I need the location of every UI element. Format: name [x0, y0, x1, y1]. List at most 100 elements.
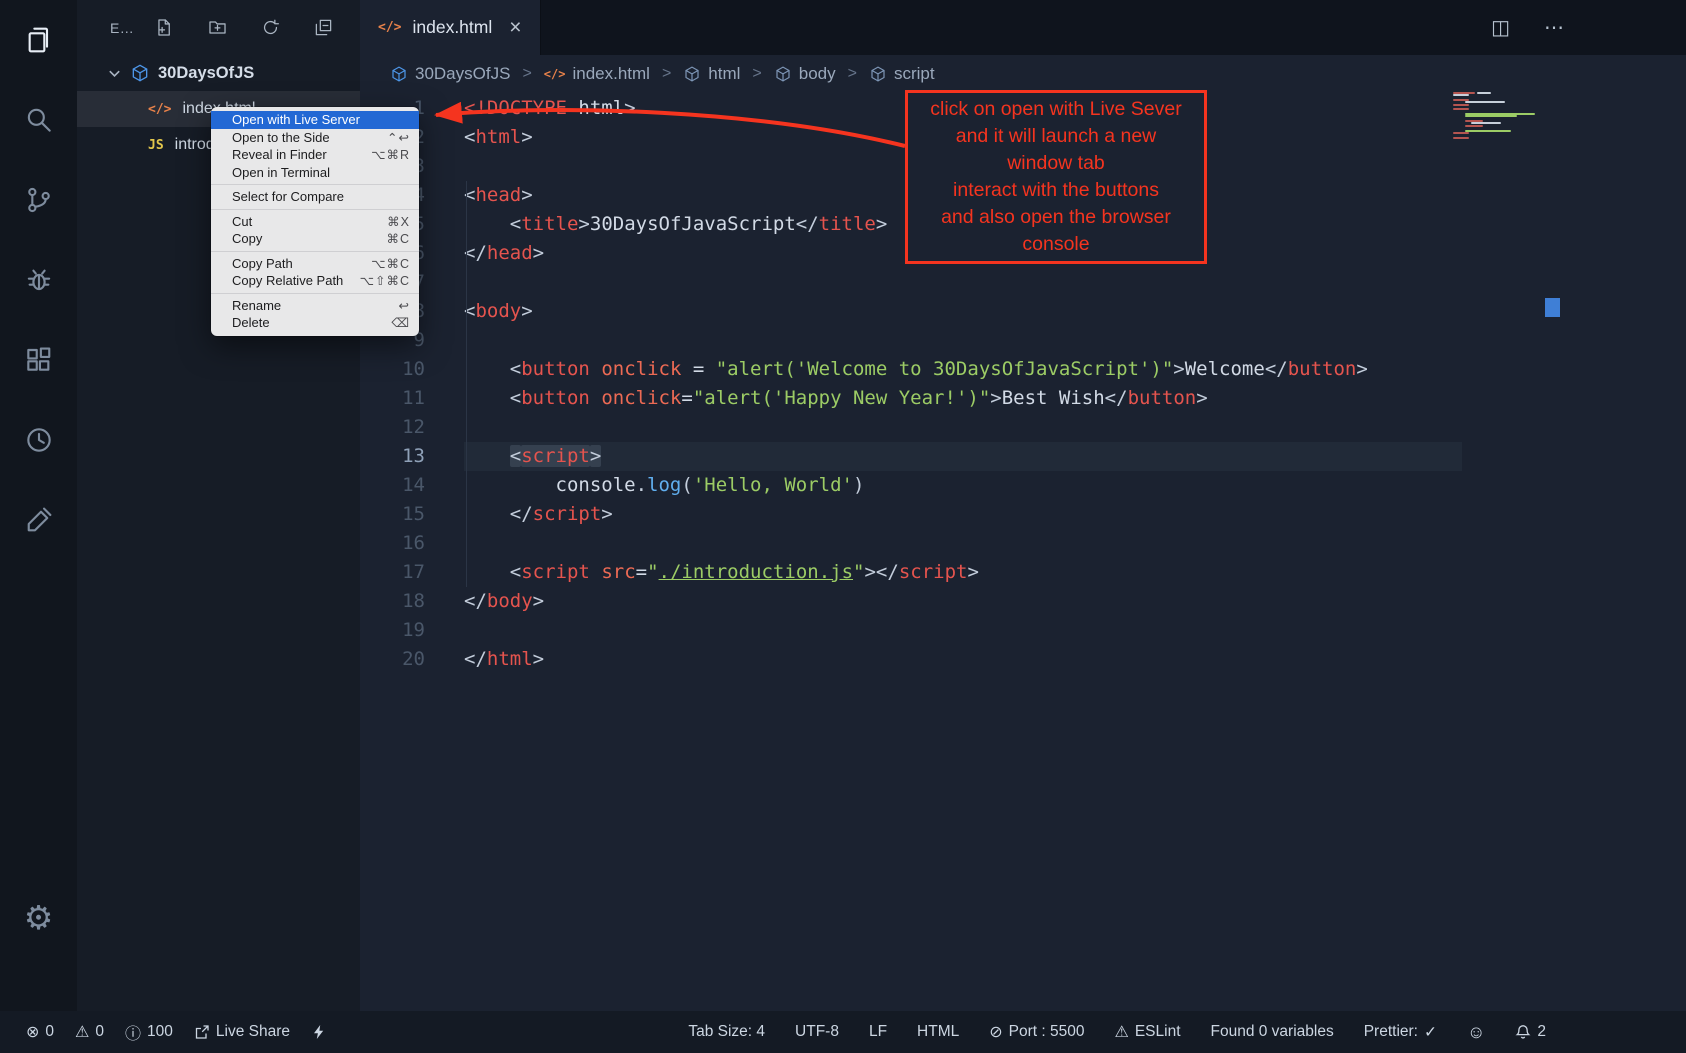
breadcrumb-item-script[interactable]: script [869, 64, 935, 84]
breadcrumb-label: index.html [572, 64, 649, 84]
extensions-icon[interactable] [17, 338, 61, 382]
more-actions-icon[interactable]: ⋯ [1544, 15, 1564, 40]
menu-item-rename[interactable]: Rename↩ [211, 297, 419, 315]
file-type-icon: JS [148, 138, 164, 153]
menu-item-label: Copy [232, 231, 262, 246]
status-item-2[interactable]: 2 [1515, 1023, 1546, 1041]
status-item-smiley-icon[interactable]: ☺ [1467, 1022, 1485, 1043]
menu-item-select-for-compare[interactable]: Select for Compare [211, 188, 419, 206]
debug-icon[interactable] [17, 258, 61, 302]
breadcrumb-separator: > [522, 65, 531, 83]
menu-item-label: Open with Live Server [232, 112, 360, 127]
breadcrumb-item-body[interactable]: body [774, 64, 836, 84]
menu-item-label: Copy Path [232, 256, 293, 271]
menu-separator [211, 251, 419, 252]
status-item-port-5500[interactable]: ⊘Port : 5500 [989, 1022, 1084, 1042]
status-item-html[interactable]: HTML [917, 1023, 959, 1041]
code-line-12[interactable] [464, 413, 1462, 442]
line-number: 10 [360, 355, 425, 384]
status-item-label: Tab Size: 4 [688, 1023, 765, 1041]
status-item-eslint[interactable]: ⚠ESLint [1114, 1022, 1180, 1042]
menu-item-copy-relative-path[interactable]: Copy Relative Path⌥⇧⌘C [211, 272, 419, 290]
explorer-icon[interactable] [17, 18, 61, 62]
split-editor-icon[interactable]: ◫ [1491, 15, 1510, 40]
annotation-text-line: interact with the buttons [912, 177, 1200, 204]
code-line-15[interactable]: </script> [464, 500, 1462, 529]
status-item-lightning-icon[interactable] [311, 1024, 327, 1040]
menu-item-shortcut: ⌘C [386, 231, 410, 246]
status-item-tab-size-4[interactable]: Tab Size: 4 [688, 1023, 765, 1041]
status-item-0[interactable]: ⊗0 [26, 1022, 54, 1042]
new-file-icon[interactable] [154, 18, 174, 38]
minimap-row [1453, 137, 1545, 139]
menu-item-delete[interactable]: Delete⌫ [211, 314, 419, 332]
status-item-label: 100 [147, 1023, 173, 1041]
breadcrumb-item-html[interactable]: html [683, 64, 740, 84]
new-folder-icon[interactable] [207, 18, 227, 38]
menu-item-copy[interactable]: Copy ⌘C [211, 230, 419, 248]
status-item-found-0-variables[interactable]: Found 0 variables [1211, 1023, 1334, 1041]
tab-index-html[interactable]: </> index.html × [360, 0, 541, 55]
menu-item-open-to-the-side[interactable]: Open to the Side ⌃↩ [211, 129, 419, 147]
status-item-utf-8[interactable]: UTF-8 [795, 1023, 839, 1041]
menu-item-copy-path[interactable]: Copy Path ⌥⌘C [211, 255, 419, 273]
code-line-20[interactable]: </html> [464, 645, 1462, 674]
overview-ruler-marker [1545, 298, 1560, 317]
code-line-10[interactable]: <button onclick = "alert('Welcome to 30D… [464, 355, 1462, 384]
menu-item-open-in-terminal[interactable]: Open in Terminal [211, 164, 419, 182]
annotation-box: click on open with Live Severand it will… [905, 90, 1207, 264]
source-control-icon[interactable] [17, 178, 61, 222]
menu-item-cut[interactable]: Cut⌘X [211, 213, 419, 231]
line-number: 18 [360, 587, 425, 616]
code-line-14[interactable]: console.log('Hello, World') [464, 471, 1462, 500]
tree-root-folder[interactable]: 30DaysOfJS [77, 55, 360, 91]
line-number: 17 [360, 558, 425, 587]
breadcrumb-label: body [799, 64, 836, 84]
breadcrumb-label: html [708, 64, 740, 84]
status-item-lf[interactable]: LF [869, 1023, 887, 1041]
menu-item-shortcut: ↩ [399, 298, 410, 313]
code-line-18[interactable]: </body> [464, 587, 1462, 616]
menu-item-shortcut: ⌥⌘R [371, 147, 410, 162]
menu-item-shortcut: ⌃↩ [387, 130, 410, 145]
breadcrumb-item-index-html[interactable]: </>index.html [544, 64, 650, 84]
refresh-icon[interactable] [260, 18, 280, 38]
menu-item-reveal-in-finder[interactable]: Reveal in Finder ⌥⌘R [211, 146, 419, 164]
menu-item-open-with-live-server[interactable]: Open with Live Server [211, 111, 419, 129]
code-line-9[interactable] [464, 326, 1462, 355]
menu-item-label: Open to the Side [232, 130, 330, 145]
status-item-label: UTF-8 [795, 1023, 839, 1041]
code-line-13[interactable]: <script> [464, 442, 1462, 471]
collapse-all-icon[interactable] [313, 18, 333, 38]
code-line-7[interactable] [464, 268, 1462, 297]
breadcrumb: 30DaysOfJS></>index.html>html>body>scrip… [360, 55, 1686, 92]
context-menu: Open with Live ServerOpen to the Side⌃↩R… [211, 107, 419, 336]
menu-separator [211, 209, 419, 210]
close-icon[interactable]: × [509, 16, 521, 40]
status-item-0[interactable]: ⚠0 [75, 1022, 104, 1042]
status-item-prettier[interactable]: Prettier:✓ [1364, 1023, 1437, 1042]
menu-separator [211, 293, 419, 294]
code-line-16[interactable] [464, 529, 1462, 558]
settings-gear-icon[interactable]: ⚙ [17, 895, 61, 939]
tab-actions: ◫⋯ [1491, 0, 1564, 55]
minimap[interactable] [1453, 92, 1545, 139]
explorer-toolbar [154, 18, 333, 38]
code-line-17[interactable]: <script src="./introduction.js"></script… [464, 558, 1462, 587]
status-item-live-share[interactable]: Live Share [194, 1023, 290, 1041]
explorer-title: E… [110, 20, 134, 36]
menu-item-label: Reveal in Finder [232, 147, 327, 162]
code-line-8[interactable]: <body> [464, 297, 1462, 326]
search-icon[interactable] [17, 98, 61, 142]
activity-bar: ⚙ [0, 0, 77, 1011]
tab-bar: </> index.html × ◫⋯ [360, 0, 1686, 55]
line-number: 19 [360, 616, 425, 645]
menu-item-shortcut: ⌥⌘C [371, 256, 410, 271]
code-line-11[interactable]: <button onclick="alert('Happy New Year!'… [464, 384, 1462, 413]
breadcrumb-item-30daysofjs[interactable]: 30DaysOfJS [390, 64, 510, 84]
status-item-100[interactable]: ⓘ100 [125, 1020, 173, 1044]
pen-icon[interactable] [17, 498, 61, 542]
smiley-icon: ☺ [1467, 1022, 1485, 1043]
history-icon[interactable] [17, 418, 61, 462]
code-line-19[interactable] [464, 616, 1462, 645]
